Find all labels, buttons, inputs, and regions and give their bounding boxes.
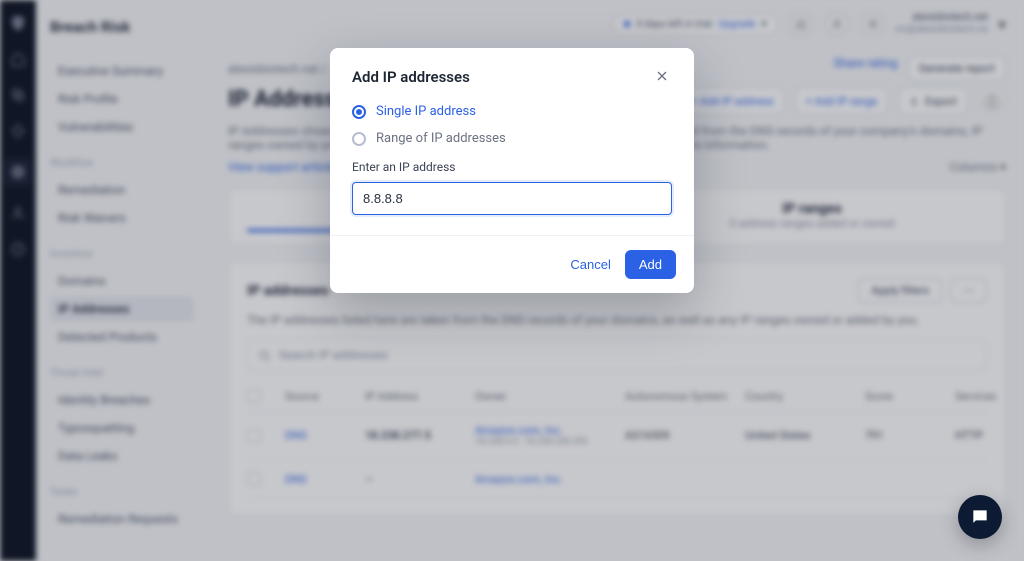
radio-icon: [352, 132, 366, 146]
ip-field-label: Enter an IP address: [352, 160, 672, 174]
cancel-button[interactable]: Cancel: [570, 250, 610, 279]
close-icon[interactable]: [654, 68, 672, 86]
radio-range-ip[interactable]: Range of IP addresses: [352, 131, 672, 146]
radio-icon: [352, 105, 366, 119]
ip-input[interactable]: [352, 182, 672, 215]
add-button[interactable]: Add: [625, 250, 676, 279]
add-ip-modal: Add IP addresses Single IP address Range…: [330, 48, 694, 293]
chat-fab[interactable]: [958, 495, 1002, 539]
modal-title: Add IP addresses: [352, 68, 470, 86]
radio-single-ip[interactable]: Single IP address: [352, 104, 672, 119]
